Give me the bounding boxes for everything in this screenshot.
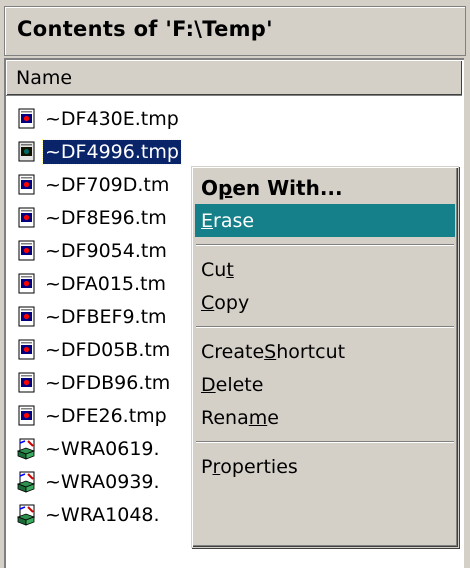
menu-accelerator: C [201,291,215,314]
tmp-file-icon [18,339,35,359]
menu-label-part: Create [201,340,265,363]
file-name: ~WRA0619. [45,437,160,460]
menu-label-part: en With... [232,175,343,200]
menu-label-part: rase [213,209,255,232]
menu-item-create-shortcut[interactable]: Create Shortcut [195,335,455,368]
menu-accelerator: m [248,406,268,429]
menu-label-part: operties [220,455,298,478]
tmp-file-icon [18,174,35,194]
menu-accelerator: S [264,340,277,363]
word-temp-file-icon [16,438,36,460]
tmp-file-icon [18,372,35,392]
context-menu: Op en With... Erase Cu t Copy Create Short… [191,166,459,548]
file-name: ~DFD05B.tm [45,338,171,361]
menu-item-cut[interactable]: Cu t [195,253,455,286]
file-name: ~DF9054.tm [45,239,167,262]
menu-item-erase[interactable]: Erase [195,204,455,237]
menu-label-part: e [267,406,279,429]
file-name: ~DFDB96.tm [45,371,171,394]
menu-item-delete[interactable]: Delete [195,368,455,401]
tmp-file-icon [18,141,35,161]
menu-item-open-with[interactable]: Op en With... [195,171,455,204]
menu-accelerator: E [201,209,214,232]
menu-separator [195,237,455,253]
tmp-file-icon [18,207,35,227]
file-name: ~WRA1048. [45,503,160,526]
pane-title: Contents of 'F:\Temp' [17,17,273,41]
menu-accelerator: t [226,258,234,281]
menu-label-part: O [201,175,219,200]
column-header-name[interactable]: Name [6,60,462,96]
menu-label-part: opy [214,291,250,314]
menu-label-part: Rena [201,406,249,429]
file-name: ~DFE26.tmp [45,404,167,427]
tmp-file-icon [18,405,35,425]
menu-accelerator: D [201,373,216,396]
menu-separator [195,434,455,450]
menu-label-part: hortcut [276,340,346,363]
file-row[interactable]: ~DF430E.tmp [6,102,462,135]
tmp-file-icon [18,108,35,128]
menu-item-copy[interactable]: Copy [195,286,455,319]
menu-item-properties[interactable]: Pr operties [195,450,455,483]
file-row-selected[interactable]: ~DF4996.tmp [6,135,462,168]
pane-header: Contents of 'F:\Temp' [4,6,466,56]
file-name: ~DFA015.tm [45,272,166,295]
menu-label-part: Cu [201,258,227,281]
menu-item-rename[interactable]: Rena m e [195,401,455,434]
file-name: ~DF430E.tmp [45,107,179,130]
file-name: ~DFBEF9.tm [45,305,167,328]
word-temp-file-icon [16,471,36,493]
file-name: ~DF8E96.tm [45,206,167,229]
column-header-label: Name [16,67,73,89]
menu-accelerator: r [212,455,221,478]
file-name: ~DF709D.tm [45,173,170,196]
tmp-file-icon [18,306,35,326]
tmp-file-icon [18,240,35,260]
file-name: ~DF4996.tmp [42,138,182,165]
word-temp-file-icon [16,504,36,526]
menu-label-part: P [201,455,213,478]
menu-separator [195,319,455,335]
file-name: ~WRA0939. [45,470,160,493]
tmp-file-icon [18,273,35,293]
menu-accelerator: p [218,175,233,200]
menu-label-part: elete [215,373,264,396]
